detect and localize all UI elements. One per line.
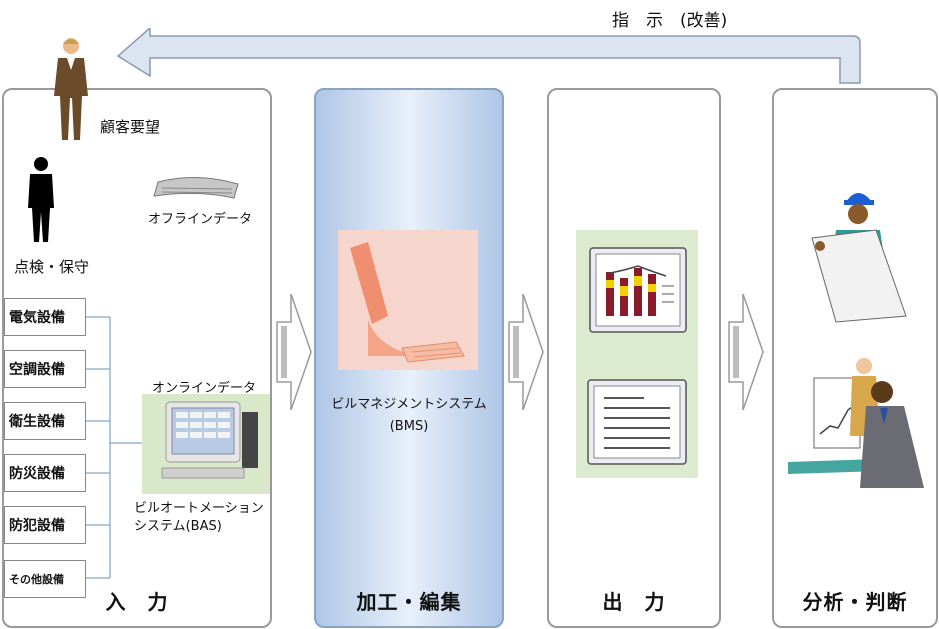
flow-arrow-1 — [276, 293, 312, 411]
equipment-hvac: 空調設備 — [4, 350, 86, 388]
inspection-person-icon — [28, 157, 54, 242]
flow-arrow-2 — [508, 293, 544, 411]
bms-label: ビルマネジメントシステム (BMS) — [331, 397, 487, 434]
bas-label: ビルオートメーション システム(BAS) — [134, 501, 264, 534]
customer-request-label: 顧客要望 — [100, 118, 161, 136]
engineer-blueprint-icon — [811, 193, 907, 323]
offline-data-label: オフラインデータ — [148, 212, 253, 227]
equipment-disaster: 防災設備 — [4, 454, 86, 492]
flow-arrow-3 — [728, 293, 764, 411]
equipment-security: 防犯設備 — [4, 506, 86, 544]
customer-figure-icon — [54, 38, 88, 140]
equipment-sanitary: 衛生設備 — [4, 402, 86, 440]
keyboard-icon — [153, 177, 239, 199]
bms-monitor-icon — [338, 230, 478, 370]
equipment-other: その他設備 — [4, 560, 86, 598]
process-panel-title: 加工・編集 — [356, 590, 462, 614]
output-panel-title: 出 力 — [602, 590, 666, 614]
feedback-label: 指 示 (改善) — [612, 11, 728, 31]
report-icon — [576, 230, 698, 478]
computer-icon — [142, 394, 270, 494]
analysis-panel-title: 分析・判断 — [802, 590, 908, 614]
equipment-electric: 電気設備 — [4, 298, 86, 336]
meeting-presentation-icon — [788, 358, 924, 488]
inspection-label: 点検・保守 — [14, 258, 90, 276]
feedback-arrow — [116, 28, 861, 84]
